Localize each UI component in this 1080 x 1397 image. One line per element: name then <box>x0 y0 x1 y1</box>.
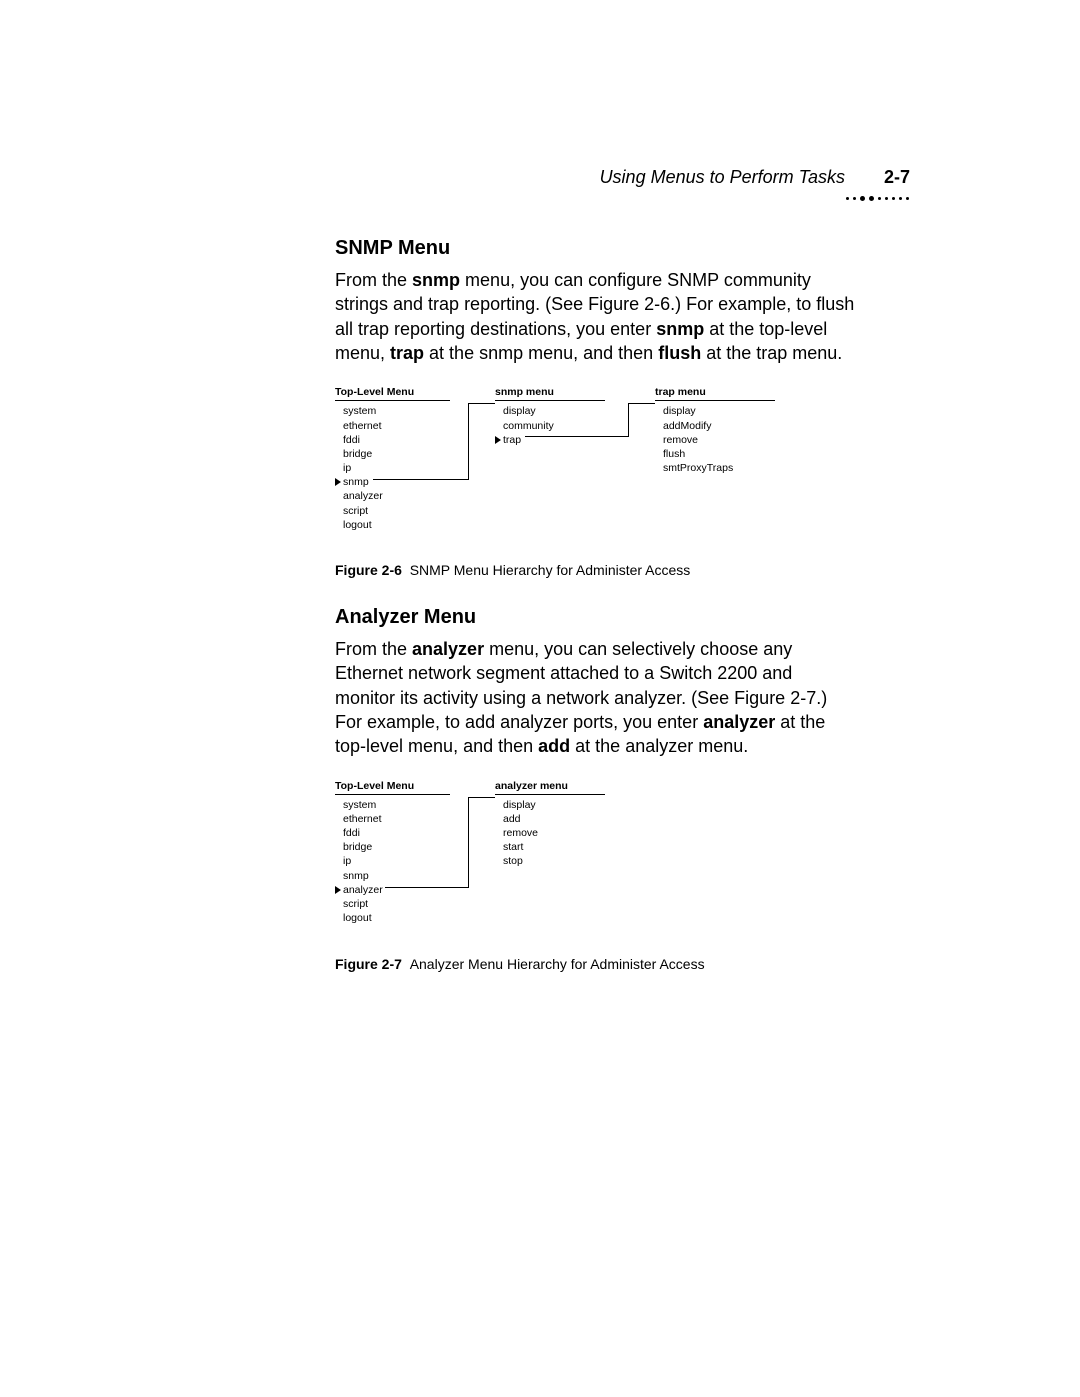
triangle-icon <box>335 478 341 486</box>
menu-item: logout <box>335 911 450 925</box>
triangle-icon <box>495 436 501 444</box>
menu-item: fddi <box>335 826 450 840</box>
menu-item-selected: trap <box>495 433 605 447</box>
menu-item: remove <box>655 433 775 447</box>
col-header: snmp menu <box>495 385 605 399</box>
menu-item: fddi <box>335 433 450 447</box>
menu-item: display <box>655 404 775 418</box>
menu-col-snmp: snmp menu display community trap <box>495 385 605 447</box>
menu-item: script <box>335 897 450 911</box>
menu-col-top-level: Top-Level Menu system ethernet fddi brid… <box>335 779 450 926</box>
menu-item: ip <box>335 461 450 475</box>
menu-item: ethernet <box>335 812 450 826</box>
menu-item: analyzer <box>335 489 450 503</box>
figure-2-6: Top-Level Menu system ethernet fddi brid… <box>335 385 855 545</box>
menu-item: bridge <box>335 840 450 854</box>
figure-caption: Figure 2-6 SNMP Menu Hierarchy for Admin… <box>335 561 855 580</box>
connector-line <box>385 887 468 888</box>
decorative-dots <box>842 185 912 203</box>
menu-item: ethernet <box>335 419 450 433</box>
figure-2-7: Top-Level Menu system ethernet fddi brid… <box>335 779 855 939</box>
menu-item: stop <box>495 854 605 868</box>
content-area: SNMP Menu From the snmp menu, you can co… <box>335 235 855 973</box>
menu-item: ip <box>335 854 450 868</box>
para-snmp: From the snmp menu, you can configure SN… <box>335 268 855 365</box>
connector-line <box>373 479 468 480</box>
connector-line <box>468 797 495 798</box>
para-analyzer: From the analyzer menu, you can selectiv… <box>335 637 855 758</box>
menu-col-top-level: Top-Level Menu system ethernet fddi brid… <box>335 385 450 532</box>
figure-caption: Figure 2-7 Analyzer Menu Hierarchy for A… <box>335 955 855 974</box>
col-header: Top-Level Menu <box>335 385 450 399</box>
menu-item: logout <box>335 518 450 532</box>
menu-item: snmp <box>335 869 450 883</box>
menu-item-selected: snmp <box>335 475 450 489</box>
connector-line <box>468 403 495 404</box>
menu-item: display <box>495 404 605 418</box>
heading-snmp-menu: SNMP Menu <box>335 235 855 262</box>
page: Using Menus to Perform Tasks 2-7 SNMP Me… <box>0 0 1080 1397</box>
col-header: Top-Level Menu <box>335 779 450 793</box>
connector-line <box>628 403 655 404</box>
menu-item-selected: analyzer <box>335 883 450 897</box>
menu-item: start <box>495 840 605 854</box>
menu-item: remove <box>495 826 605 840</box>
running-header: Using Menus to Perform Tasks <box>600 165 845 189</box>
menu-item: flush <box>655 447 775 461</box>
triangle-icon <box>335 886 341 894</box>
connector-line <box>468 403 469 480</box>
menu-item: bridge <box>335 447 450 461</box>
col-header: trap menu <box>655 385 775 399</box>
menu-item: display <box>495 798 605 812</box>
menu-item: script <box>335 504 450 518</box>
menu-col-analyzer: analyzer menu display add remove start s… <box>495 779 605 869</box>
menu-col-trap: trap menu display addModify remove flush… <box>655 385 775 475</box>
menu-item: community <box>495 419 605 433</box>
connector-line <box>468 797 469 888</box>
menu-item: system <box>335 798 450 812</box>
menu-item: system <box>335 404 450 418</box>
connector-line <box>525 436 628 437</box>
heading-analyzer-menu: Analyzer Menu <box>335 604 855 631</box>
menu-item: addModify <box>655 419 775 433</box>
col-header: analyzer menu <box>495 779 605 793</box>
menu-item: smtProxyTraps <box>655 461 775 475</box>
connector-line <box>628 403 629 437</box>
menu-item: add <box>495 812 605 826</box>
